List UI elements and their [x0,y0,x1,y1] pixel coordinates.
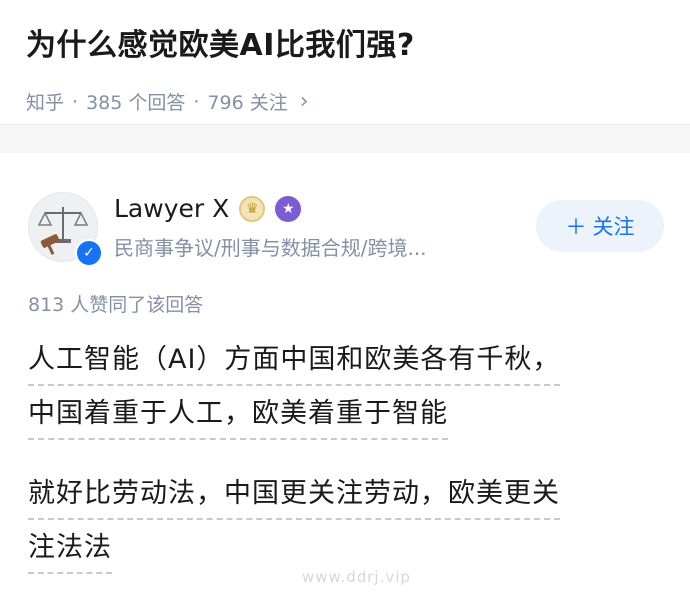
follow-label: 关注 [592,215,635,239]
followers-count: 796 关注 [207,92,288,114]
answer-line: 人工智能（AI）方面中国和欧美各有千秋， [28,338,561,386]
verified-check-icon: ✓ [75,239,103,267]
question-header: 为什么感觉欧美AI比我们强? 知乎 · 385 个回答 · 796 关注 › [0,0,690,124]
crown-badge-icon[interactable]: ♛ [239,195,266,222]
author-headline: 民商事争议/刑事与数据合规/跨境... [114,236,427,260]
author-name-row: Lawyer X ♛ ★ [114,194,302,223]
watermark: www.ddrj.vip [302,568,411,586]
upvote-summary: 813 人赞同了该回答 [28,294,204,316]
answer-line: 注法法 [28,526,112,574]
answer-paragraph: 就好比劳动法，中国更关注劳动，欧美更关 注法法 [28,472,658,580]
answer-paragraph: 人工智能（AI）方面中国和欧美各有千秋， 中国着重于人工，欧美着重于智能 [28,338,658,446]
answers-count: 385 个回答 [86,92,186,114]
author-card: ✓ Lawyer X ♛ ★ 民商事争议/刑事与数据合规/跨境... ＋ 关注 [28,188,668,268]
answer-body: 人工智能（AI）方面中国和欧美各有千秋， 中国着重于人工，欧美着重于智能 就好比… [28,338,658,606]
answer-line: 就好比劳动法，中国更关注劳动，欧美更关 [28,472,560,520]
star-badge-icon[interactable]: ★ [275,195,302,222]
answer-line: 中国着重于人工，欧美着重于智能 [28,392,448,440]
question-meta[interactable]: 知乎 · 385 个回答 · 796 关注 › [26,88,664,115]
follow-button[interactable]: ＋ 关注 [536,200,664,252]
chevron-right-icon[interactable]: › [300,89,309,114]
separator-dot: · [72,90,79,113]
section-divider [0,124,690,153]
source-label: 知乎 [26,92,65,114]
separator-dot: · [193,90,200,113]
question-title[interactable]: 为什么感觉欧美AI比我们强? [26,24,664,68]
avatar[interactable]: ✓ [28,192,103,267]
author-name[interactable]: Lawyer X [114,194,229,223]
plus-icon: ＋ [565,215,587,239]
